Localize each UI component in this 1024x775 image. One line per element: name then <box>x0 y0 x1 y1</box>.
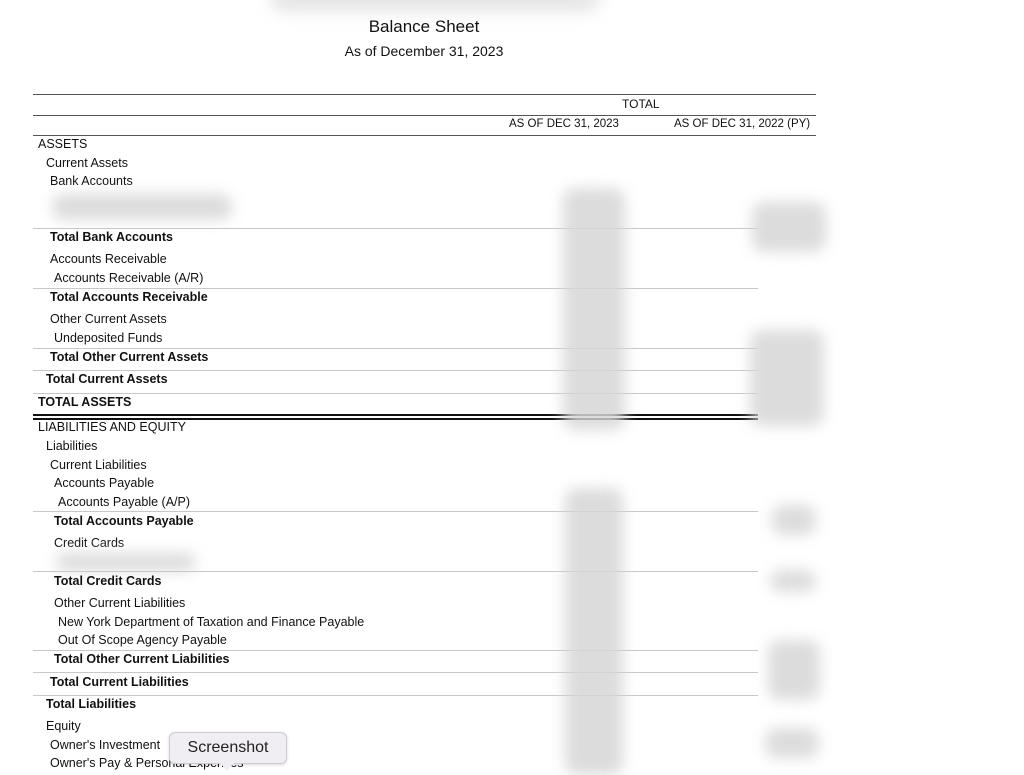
row-equity: Equity <box>46 719 81 733</box>
redacted-bank-account-name <box>52 194 232 220</box>
row-total-liabilities: Total Liabilities <box>46 697 137 711</box>
row-accounts-payable: Accounts Payable <box>54 476 155 490</box>
redacted-current-year-assets <box>563 188 625 430</box>
row-undeposited-funds: Undeposited Funds <box>54 331 163 345</box>
row-total-current-liabilities: Total Current Liabilities <box>50 675 189 689</box>
redacted-prior-year-equity <box>765 728 819 758</box>
rule <box>33 370 758 371</box>
row-credit-cards: Credit Cards <box>54 536 125 550</box>
row-out-of-scope-agency-payable: Out Of Scope Agency Payable <box>58 633 227 647</box>
row-total-bank-accounts: Total Bank Accounts <box>50 230 173 244</box>
row-current-liabilities: Current Liabilities <box>50 458 147 472</box>
column-header-prior: AS OF DEC 31, 2022 (PY) <box>674 118 811 130</box>
rule <box>33 288 758 289</box>
rule <box>33 228 758 229</box>
report-page: Balance Sheet As of December 31, 2023 TO… <box>0 0 843 775</box>
rule <box>33 571 758 572</box>
column-header-current: AS OF DEC 31, 2023 <box>509 118 619 130</box>
row-liabilities: Liabilities <box>46 439 98 453</box>
row-liabilities-and-equity: LIABILITIES AND EQUITY <box>38 420 186 434</box>
header-rule-middle <box>33 115 816 116</box>
redacted-credit-card-name <box>56 553 196 571</box>
row-total-current-assets: Total Current Assets <box>46 372 168 386</box>
row-ny-dept-taxation-payable: New York Department of Taxation and Fina… <box>58 615 365 629</box>
row-total-other-current-assets: Total Other Current Assets <box>50 350 209 364</box>
redacted-prior-year-cc <box>770 570 816 592</box>
rule <box>33 672 758 673</box>
row-total-assets: TOTAL ASSETS <box>38 395 132 409</box>
right-gutter <box>843 0 1024 775</box>
redacted-company-name <box>270 0 600 12</box>
row-other-current-liabilities: Other Current Liabilities <box>54 596 186 610</box>
row-total-accounts-receivable: Total Accounts Receivable <box>50 290 208 304</box>
redacted-prior-year-bank <box>752 202 826 252</box>
column-group-total: TOTAL <box>622 97 660 111</box>
rule <box>33 650 758 651</box>
rule <box>33 695 758 696</box>
row-total-accounts-payable: Total Accounts Payable <box>54 514 194 528</box>
row-total-credit-cards: Total Credit Cards <box>54 574 162 588</box>
redacted-prior-year-assets <box>750 330 824 426</box>
row-total-other-current-liabilities: Total Other Current Liabilities <box>54 652 230 666</box>
row-bank-accounts: Bank Accounts <box>50 174 133 188</box>
screenshot-tooltip[interactable]: Screenshot <box>169 732 287 771</box>
report-subtitle: As of December 31, 2023 <box>344 43 504 59</box>
rule <box>33 348 758 349</box>
rule <box>33 511 758 512</box>
redacted-prior-year-ap <box>772 505 816 535</box>
row-current-assets: Current Assets <box>46 156 128 170</box>
row-other-current-assets: Other Current Assets <box>50 312 167 326</box>
row-accounts-receivable: Accounts Receivable <box>50 252 167 266</box>
row-accounts-payable-ap: Accounts Payable (A/P) <box>58 495 191 509</box>
redacted-prior-year-liabilities <box>768 640 820 700</box>
row-owners-investment: Owner's Investment <box>50 738 161 752</box>
row-assets: ASSETS <box>38 137 88 151</box>
report-title: Balance Sheet <box>368 17 480 36</box>
redacted-current-year-liabilities <box>565 488 623 775</box>
row-accounts-receivable-ar: Accounts Receivable (A/R) <box>54 271 204 285</box>
header-rule-top <box>33 94 816 95</box>
rule <box>33 393 758 394</box>
header-rule-bottom <box>33 135 816 136</box>
